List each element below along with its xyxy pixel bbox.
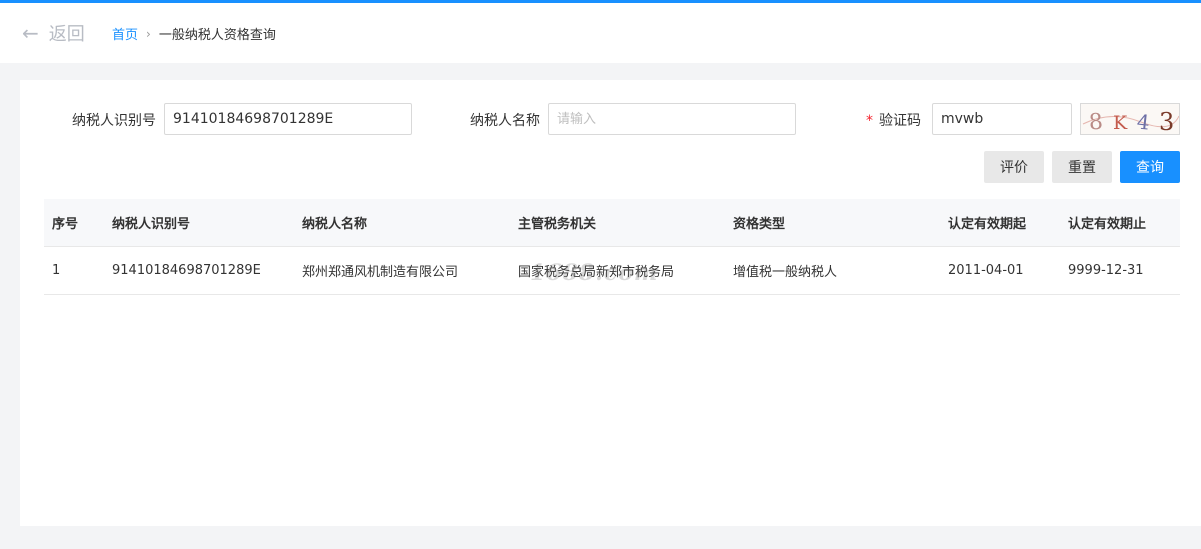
cell-taxpayer-name: 郑州郑通风机制造有限公司 xyxy=(294,246,510,295)
col-header-qualification-type: 资格类型 xyxy=(725,199,940,247)
taxpayer-name-input[interactable] xyxy=(548,103,796,135)
reset-button[interactable]: 重置 xyxy=(1052,151,1112,183)
page-header: ← 返回 首页 › 一般纳税人资格查询 xyxy=(0,3,1201,63)
cell-qualification-type: 增值税一般纳税人 xyxy=(725,246,940,295)
cell-valid-from: 2011-04-01 xyxy=(940,246,1060,295)
captcha-char: 4 xyxy=(1136,109,1151,134)
taxpayer-id-label: 纳税人识别号 xyxy=(72,113,156,129)
col-header-taxpayer-id: 纳税人识别号 xyxy=(104,199,294,247)
col-header-taxpayer-name: 纳税人名称 xyxy=(294,199,510,247)
captcha-char: 8 xyxy=(1088,110,1104,135)
evaluate-button[interactable]: 评价 xyxy=(984,151,1044,183)
breadcrumb-home-link[interactable]: 首页 xyxy=(112,24,138,43)
cell-taxpayer-id: 91410184698701289E xyxy=(104,246,294,295)
col-header-valid-from: 认定有效期起 xyxy=(940,199,1060,247)
cell-index: 1 xyxy=(44,246,104,295)
table-header-row: 序号 纳税人识别号 纳税人名称 主管税务机关 资格类型 认定有效期起 认定有效期… xyxy=(44,199,1180,247)
captcha-image[interactable]: 8 K 4 3 xyxy=(1080,103,1180,135)
required-mark: * xyxy=(866,113,873,129)
breadcrumb: 首页 › 一般纳税人资格查询 xyxy=(112,24,276,44)
captcha-char: 3 xyxy=(1159,108,1174,135)
captcha-input[interactable] xyxy=(932,103,1072,135)
result-table: 序号 纳税人识别号 纳税人名称 主管税务机关 资格类型 认定有效期起 认定有效期… xyxy=(44,199,1180,295)
back-label: 返回 xyxy=(48,24,85,45)
taxpayer-name-label: 纳税人名称 xyxy=(470,113,540,129)
back-button[interactable]: ← 返回 xyxy=(22,20,85,46)
taxpayer-id-input[interactable] xyxy=(164,103,412,135)
captcha-label: 验证码 xyxy=(879,113,921,129)
col-header-tax-authority: 主管税务机关 xyxy=(510,199,725,247)
arrow-left-icon: ← xyxy=(22,21,39,45)
col-header-valid-to: 认定有效期止 xyxy=(1060,199,1180,247)
cell-tax-authority: 国家税务总局新郑市税务局 xyxy=(510,246,725,295)
query-panel: 纳税人识别号 纳税人名称 * 验证码 8 K 4 3 评价 重置 查询 序号 纳税… xyxy=(20,80,1201,526)
col-header-index: 序号 xyxy=(44,199,104,247)
breadcrumb-current: 一般纳税人资格查询 xyxy=(158,28,276,43)
chevron-right-icon: › xyxy=(146,26,151,41)
query-button[interactable]: 查询 xyxy=(1120,151,1180,183)
cell-valid-to: 9999-12-31 xyxy=(1060,246,1180,295)
table-row: 1 91410184698701289E 郑州郑通风机制造有限公司 国家税务总局… xyxy=(44,246,1180,295)
captcha-label-wrap: * 验证码 xyxy=(866,110,921,130)
captcha-char: K xyxy=(1113,112,1128,134)
